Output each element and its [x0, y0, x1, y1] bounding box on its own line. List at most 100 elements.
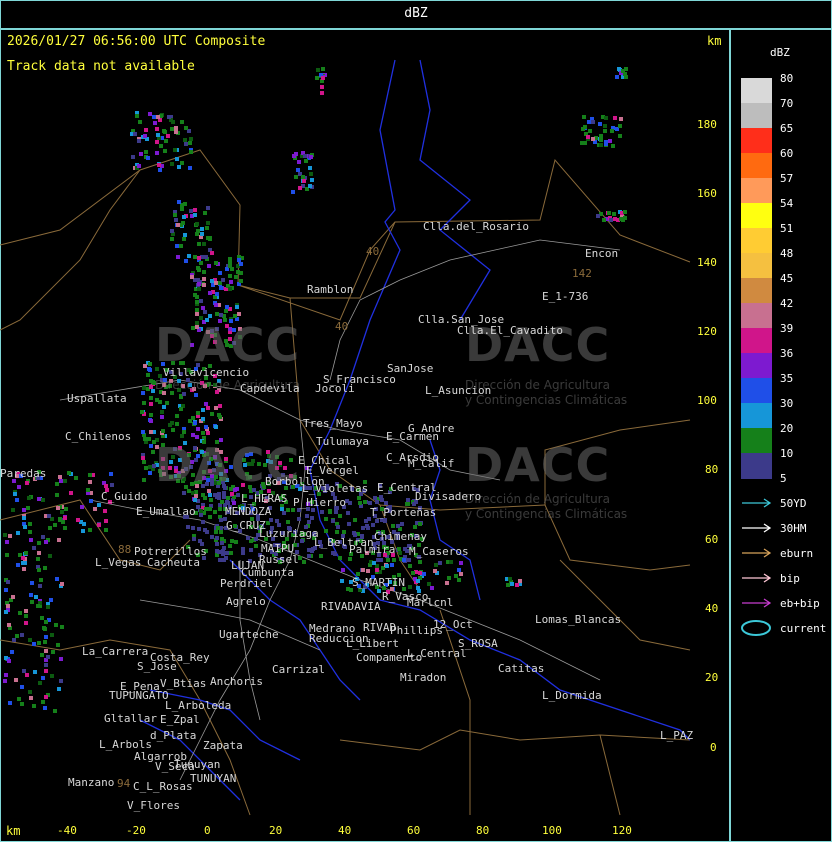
echo-pixel: [315, 76, 319, 80]
scale-label: 57: [780, 172, 794, 185]
place-label: Luzuriaga: [259, 527, 319, 540]
echo-pixel: [202, 270, 206, 274]
place-label: Gltallar: [104, 712, 157, 725]
echo-pixel: [241, 547, 245, 551]
scale-swatch: [741, 103, 772, 128]
place-label: Uspallata: [67, 392, 127, 405]
echo-pixel: [37, 641, 41, 645]
echo-pixel: [286, 520, 290, 524]
place-label: S_Jose: [137, 660, 177, 673]
place-label: E_Carmen: [386, 430, 439, 443]
echo-pixel: [338, 556, 342, 560]
echo-pixel: [328, 509, 332, 513]
echo-pixel: [208, 515, 212, 519]
echo-pixel: [294, 175, 298, 179]
echo-pixel: [80, 505, 84, 509]
echo-pixel: [618, 124, 622, 128]
echo-pixel: [182, 215, 186, 219]
echo-pixel: [55, 577, 59, 581]
echo-pixel: [37, 568, 41, 572]
echo-pixel: [457, 568, 461, 572]
echo-pixel: [27, 496, 31, 500]
place-label: TUNUYAN: [190, 772, 237, 785]
place-label: Ramblon: [307, 283, 354, 296]
place-label: L_PAZ: [660, 729, 694, 742]
echo-pixel: [215, 536, 219, 540]
echo-pixel: [237, 312, 241, 316]
km-unit-label: km: [6, 824, 21, 838]
echo-pixel: [598, 122, 602, 126]
echo-pixel: [228, 274, 232, 278]
echo-pixel: [372, 561, 376, 565]
echo-pixel: [40, 616, 44, 620]
echo-pixel: [34, 595, 38, 599]
echo-pixel: [39, 578, 43, 582]
echo-pixel: [14, 678, 18, 682]
echo-pixel: [254, 537, 258, 541]
track-label: eb+bip: [780, 597, 820, 610]
echo-pixel: [146, 156, 150, 160]
echo-pixel: [331, 551, 335, 555]
echo-pixel: [171, 120, 175, 124]
place-label: Jocoli: [315, 382, 355, 395]
echo-pixel: [386, 558, 390, 562]
echo-pixel: [48, 554, 52, 558]
echo-pixel: [199, 299, 203, 303]
route-number: 142: [572, 267, 592, 280]
echo-pixel: [17, 697, 21, 701]
echo-pixel: [28, 638, 32, 642]
echo-pixel: [397, 547, 401, 551]
echo-pixel: [319, 554, 323, 558]
echo-pixel: [459, 561, 463, 565]
place-label: L_Libert: [346, 637, 399, 650]
echo-pixel: [303, 154, 307, 158]
echo-pixel: [67, 471, 71, 475]
echo-pixel: [430, 586, 434, 590]
echo-pixel: [210, 535, 214, 539]
echo-pixel: [201, 520, 205, 524]
echo-pixel: [192, 537, 196, 541]
echo-pixel: [204, 507, 208, 511]
echo-pixel: [193, 208, 197, 212]
scale-swatch: [741, 228, 772, 253]
y-tick: 0: [710, 741, 717, 754]
echo-pixel: [320, 85, 324, 89]
echo-pixel: [203, 310, 207, 314]
echo-pixel: [307, 554, 311, 558]
x-tick: 80: [476, 824, 490, 837]
echo-pixel: [142, 401, 146, 405]
y-tick: 20: [705, 671, 719, 684]
echo-pixel: [221, 552, 225, 556]
place-label: Carrizal: [272, 663, 325, 676]
scale-swatch: [741, 453, 772, 479]
y-tick: 160: [697, 187, 717, 200]
echo-pixel: [205, 530, 209, 534]
echo-pixel: [195, 312, 199, 316]
echo-pixel: [24, 551, 28, 555]
echo-pixel: [214, 406, 218, 410]
echo-pixel: [218, 507, 222, 511]
echo-pixel: [218, 415, 222, 419]
echo-pixel: [196, 229, 200, 233]
echo-pixel: [201, 408, 205, 412]
echo-pixel: [195, 300, 199, 304]
echo-pixel: [368, 501, 372, 505]
echo-pixel: [167, 115, 171, 119]
echo-pixel: [216, 526, 220, 530]
track-label: current: [780, 622, 827, 635]
echo-pixel: [375, 500, 379, 504]
echo-pixel: [37, 497, 41, 501]
echo-pixel: [218, 271, 222, 275]
echo-pixel: [189, 150, 193, 154]
echo-pixel: [153, 121, 157, 125]
scale-label: 80: [780, 72, 794, 85]
place-label: Russel: [259, 553, 299, 566]
echo-pixel: [189, 137, 193, 141]
echo-pixel: [4, 588, 8, 592]
echo-pixel: [193, 293, 197, 297]
echo-pixel: [60, 625, 64, 629]
echo-pixel: [208, 507, 212, 511]
echo-pixel: [28, 530, 32, 534]
echo-pixel: [219, 530, 223, 534]
echo-pixel: [197, 242, 201, 246]
